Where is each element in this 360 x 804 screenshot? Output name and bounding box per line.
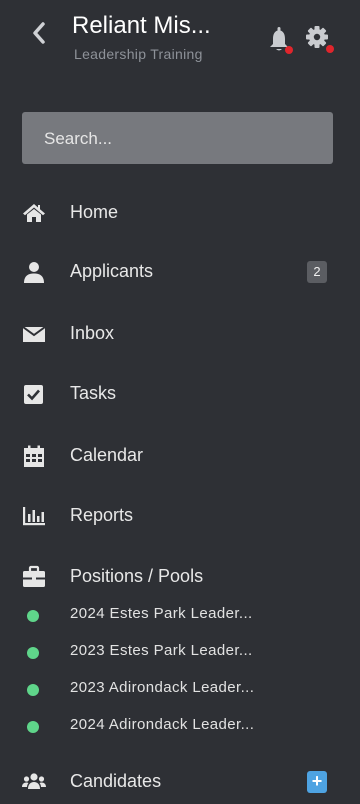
app-subtitle: Leadership Training: [74, 46, 203, 62]
position-item[interactable]: 2023 Adirondack Leader...: [0, 675, 360, 701]
nav-item-home[interactable]: Home: [0, 193, 360, 233]
chevron-left-icon[interactable]: [28, 18, 50, 48]
home-icon: [23, 204, 45, 222]
nav-label-home: Home: [70, 202, 119, 222]
position-item[interactable]: 2023 Estes Park Leader...: [0, 638, 360, 664]
gear-icon[interactable]: [302, 22, 336, 56]
search-input[interactable]: Search...: [22, 112, 333, 164]
position-label: 2024 Adirondack Leader...: [70, 716, 255, 733]
nav-item-reports[interactable]: Reports: [0, 496, 360, 536]
nav-label-calendar: Calendar: [70, 445, 144, 465]
checkbox-icon: [24, 385, 43, 404]
briefcase-icon: [23, 565, 45, 587]
add-candidate-button[interactable]: +: [307, 771, 327, 793]
nav-item-positions-pools[interactable]: Positions / Pools: [0, 557, 360, 597]
nav-label-inbox: Inbox: [70, 323, 115, 343]
nav-item-inbox[interactable]: Inbox: [0, 314, 360, 354]
bar-chart-icon: [23, 507, 45, 526]
status-dot: [27, 647, 39, 659]
position-label: 2023 Estes Park Leader...: [70, 642, 253, 659]
bell-icon[interactable]: [266, 24, 296, 56]
status-dot: [27, 610, 39, 622]
nav-label-tasks: Tasks: [70, 383, 117, 403]
position-label: 2023 Adirondack Leader...: [70, 679, 255, 696]
envelope-icon: [22, 326, 46, 342]
nav-label-positions-pools: Positions / Pools: [70, 566, 204, 586]
user-icon: [24, 262, 44, 283]
calendar-icon: [24, 445, 44, 467]
position-item[interactable]: 2024 Estes Park Leader...: [0, 601, 360, 627]
nav-label-applicants: Applicants: [70, 261, 154, 281]
nav-label-candidates: Candidates: [70, 771, 162, 791]
applicants-count-badge: 2: [307, 261, 327, 283]
nav-item-candidates[interactable]: Candidates +: [0, 762, 360, 802]
status-dot: [27, 684, 39, 696]
nav-item-calendar[interactable]: Calendar: [0, 436, 360, 476]
status-dot: [27, 721, 39, 733]
app-title[interactable]: Reliant Mis...: [72, 12, 211, 40]
nav-label-reports: Reports: [70, 505, 134, 525]
users-icon: [22, 773, 46, 789]
header: Reliant Mis... Leadership Training: [0, 0, 360, 80]
position-label: 2024 Estes Park Leader...: [70, 605, 253, 622]
nav-item-tasks[interactable]: Tasks: [0, 374, 360, 414]
nav-item-applicants[interactable]: Applicants 2: [0, 252, 360, 292]
position-item[interactable]: 2024 Adirondack Leader...: [0, 712, 360, 738]
